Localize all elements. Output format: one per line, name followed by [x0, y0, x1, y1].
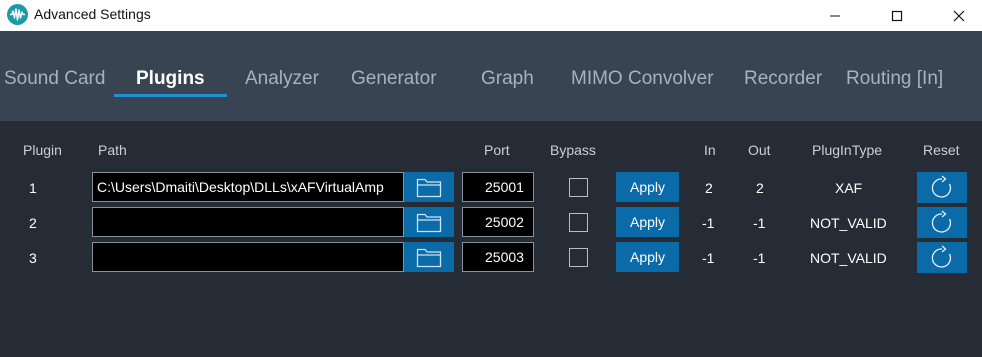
maximize-button[interactable]	[874, 0, 920, 31]
tab-plugins[interactable]: Plugins	[136, 68, 205, 90]
out-channels: 2	[756, 180, 764, 196]
close-icon	[953, 10, 965, 21]
apply-button[interactable]: Apply	[616, 207, 679, 237]
header-bypass: Bypass	[550, 142, 596, 158]
plugin-number: 3	[29, 250, 37, 266]
header-reset: Reset	[923, 142, 960, 158]
close-button[interactable]	[936, 0, 982, 31]
plugin-type: NOT_VALID	[810, 215, 887, 231]
reset-button[interactable]	[917, 242, 967, 273]
in-channels: 2	[705, 180, 713, 196]
header-plugin-type: PlugInType	[812, 142, 883, 158]
header-out: Out	[748, 142, 771, 158]
plugin-number: 2	[29, 215, 37, 231]
folder-icon	[416, 178, 442, 198]
port-input[interactable]: 25001	[462, 172, 534, 202]
maximize-icon	[891, 10, 903, 21]
refresh-icon	[931, 245, 952, 268]
tab-graph[interactable]: Graph	[481, 68, 534, 90]
header-plugin: Plugin	[23, 142, 62, 158]
title-bar: Advanced Settings	[0, 0, 982, 31]
plugin-number: 1	[29, 180, 37, 196]
waveform-icon	[7, 4, 28, 25]
tab-recorder[interactable]: Recorder	[744, 68, 822, 90]
plugin-type: XAF	[835, 180, 863, 196]
plugin-type: NOT_VALID	[810, 250, 887, 266]
port-input[interactable]: 25002	[462, 207, 534, 237]
browse-button[interactable]	[404, 242, 454, 272]
header-path: Path	[98, 142, 127, 158]
tab-routing-in[interactable]: Routing [In]	[846, 68, 943, 90]
active-tab-indicator	[114, 94, 227, 97]
minimize-icon	[830, 15, 840, 16]
out-channels: -1	[753, 215, 766, 231]
refresh-icon	[931, 210, 952, 233]
reset-button[interactable]	[917, 172, 967, 203]
bypass-checkbox[interactable]	[569, 213, 588, 232]
browse-button[interactable]	[404, 172, 454, 202]
bypass-checkbox[interactable]	[569, 248, 588, 267]
out-channels: -1	[753, 250, 766, 266]
folder-icon	[416, 213, 442, 233]
in-channels: -1	[702, 215, 715, 231]
in-channels: -1	[702, 250, 715, 266]
path-input[interactable]	[92, 242, 404, 272]
tab-bar: Sound Card Plugins Analyzer Generator Gr…	[0, 31, 982, 121]
bypass-checkbox[interactable]	[569, 178, 588, 197]
port-input[interactable]: 25003	[462, 242, 534, 272]
plugins-panel: Plugin Path Port Bypass In Out PlugInTyp…	[0, 121, 982, 357]
header-in: In	[704, 142, 716, 158]
apply-button[interactable]: Apply	[616, 172, 679, 202]
browse-button[interactable]	[404, 207, 454, 237]
path-input[interactable]	[92, 207, 404, 237]
tab-sound-card[interactable]: Sound Card	[4, 68, 105, 90]
window-title: Advanced Settings	[34, 6, 151, 22]
apply-button[interactable]: Apply	[616, 242, 679, 272]
minimize-button[interactable]	[812, 0, 858, 31]
tab-mimo-convolver[interactable]: MIMO Convolver	[571, 68, 714, 90]
header-port: Port	[484, 142, 510, 158]
folder-icon	[416, 248, 442, 268]
reset-button[interactable]	[917, 207, 967, 238]
tab-analyzer[interactable]: Analyzer	[245, 68, 319, 90]
tab-generator[interactable]: Generator	[351, 68, 437, 90]
refresh-icon	[931, 175, 952, 198]
path-input[interactable]: C:\Users\Dmaiti\Desktop\DLLs\xAFVirtualA…	[92, 172, 404, 202]
